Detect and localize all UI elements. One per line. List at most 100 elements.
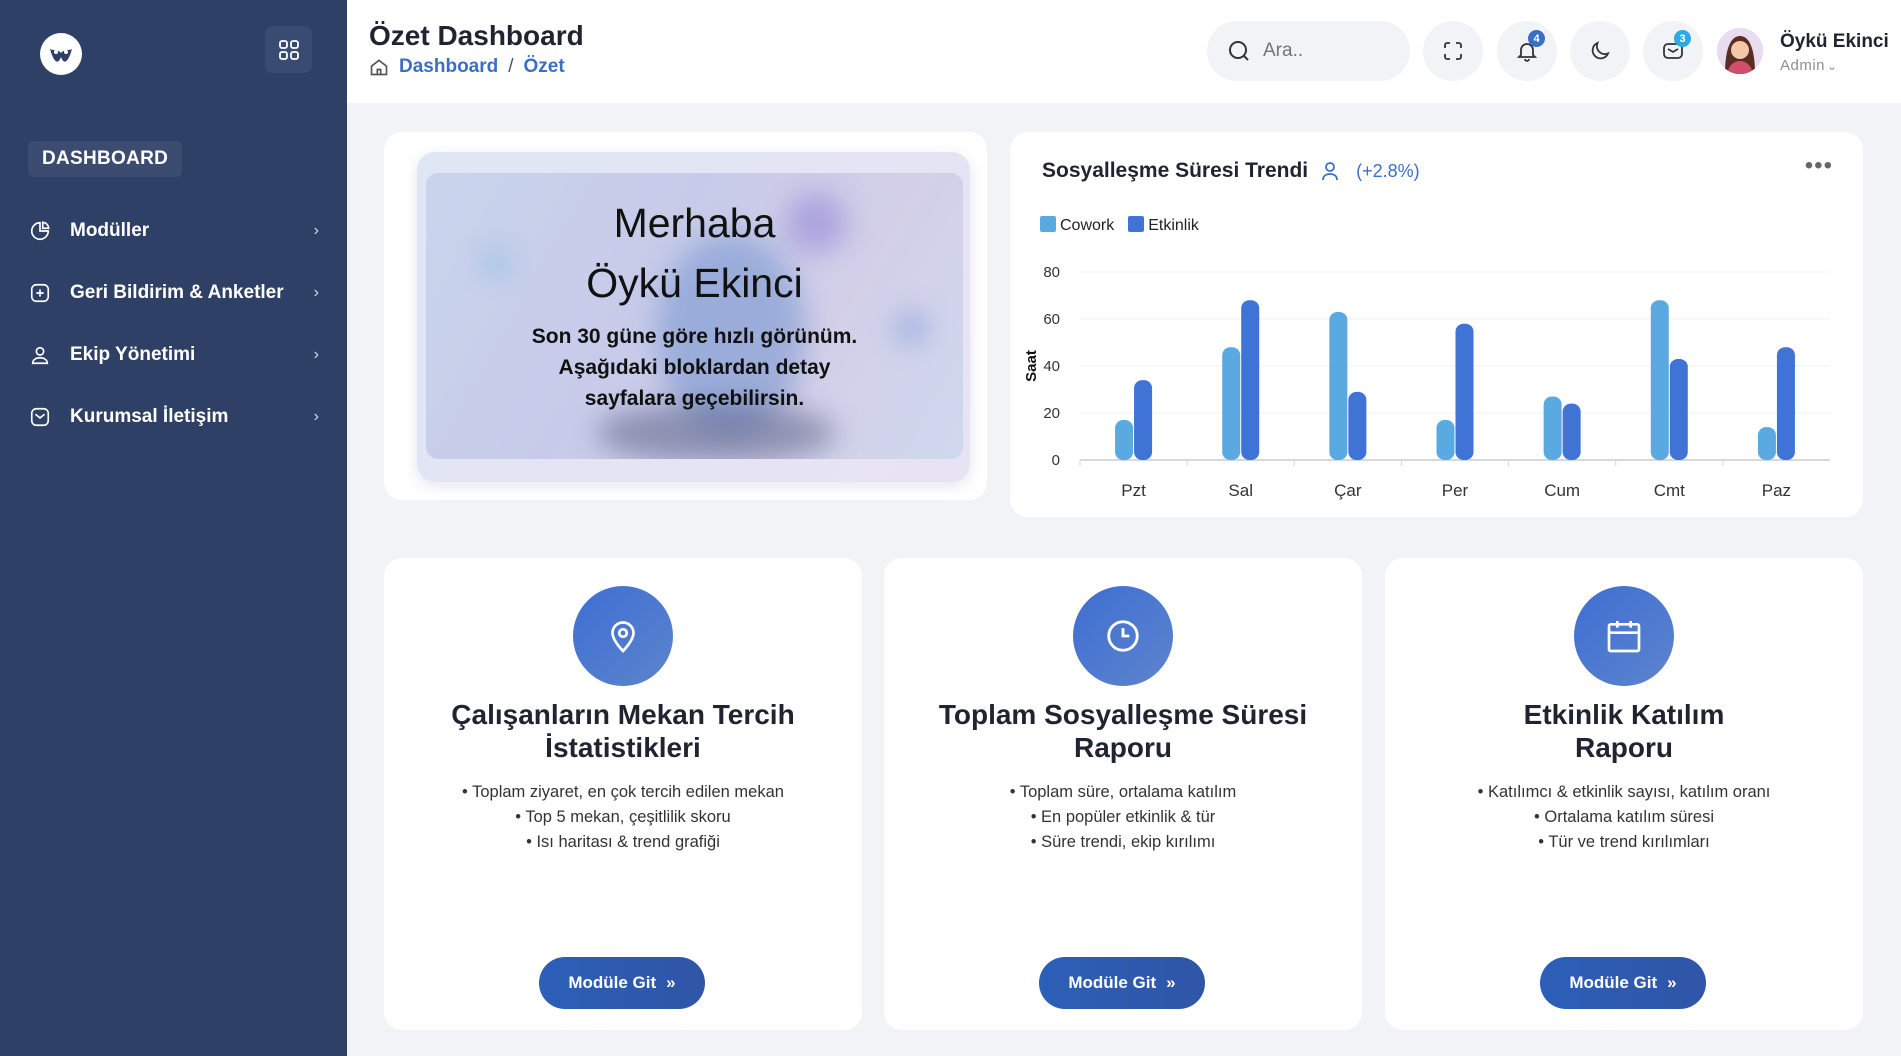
bar-etkinlik-pzt (1134, 380, 1153, 460)
bar-cowork-cum (1543, 396, 1562, 460)
fullscreen-icon (1444, 42, 1462, 60)
y-tick-label: 80 (1043, 264, 1060, 281)
bar-cowork-paz (1757, 427, 1776, 460)
y-tick-label: 20 (1043, 405, 1060, 422)
chevron-right-icon: › (313, 408, 319, 425)
mail-icon (28, 405, 52, 429)
user-name[interactable]: Öykü Ekinci (1780, 31, 1889, 53)
welcome-subtitle: Son 30 güne göre hızlı görünüm. Aşağıdak… (531, 325, 858, 410)
chevron-right-icon: › (313, 346, 319, 363)
trend-change: (+2.8%) (1356, 160, 1420, 181)
apps-grid-button[interactable] (265, 26, 312, 73)
sidebar-item-label: Geri Bildirim & Anketler (70, 282, 284, 303)
breadcrumb: Dashboard / Özet (369, 56, 565, 78)
search-box[interactable] (1207, 21, 1410, 81)
chart-title: Sosyalleşme Süresi Trendi (+2.8%) (1042, 159, 1420, 183)
sidebar-item-label: Kurumsal İletişim (70, 406, 229, 427)
x-tick-label: Cmt (1654, 481, 1685, 500)
legend-item-cowork[interactable]: Cowork (1040, 216, 1114, 235)
go-to-module-button[interactable]: Modüle Git » (1039, 957, 1205, 1009)
bar-cowork-pzt (1115, 420, 1134, 460)
sidebar-item-geri-bildirim[interactable]: Geri Bildirim & Anketler › (0, 262, 347, 324)
user-role[interactable]: Admin ⌄ (1780, 57, 1838, 74)
double-chevron-right-icon: » (666, 973, 676, 992)
bar-cowork-cmt (1650, 300, 1669, 460)
chevron-right-icon: › (313, 284, 319, 301)
bar-etkinlik-paz (1776, 347, 1795, 460)
bar-etkinlik-cmt (1669, 358, 1688, 460)
module-card-etkinlik: Etkinlik Katılım Raporu • Katılımcı & et… (1385, 558, 1863, 1030)
welcome-text: Merhaba Öykü Ekinci Son 30 güne göre hız… (426, 193, 963, 414)
bar-etkinlik-cum (1562, 403, 1581, 460)
breadcrumb-separator: / (508, 56, 514, 77)
sidebar: DASHBOARD Modüller › Geri Bildirim & Ank… (0, 0, 347, 1056)
messages-badge: 3 (1674, 30, 1691, 47)
go-to-module-button[interactable]: Modüle Git » (539, 957, 705, 1009)
messages-button[interactable]: 3 (1643, 21, 1703, 81)
user-icon (1322, 162, 1339, 181)
go-to-module-button[interactable]: Modüle Git » (1540, 957, 1706, 1009)
y-tick-label: 0 (1052, 452, 1060, 469)
clock-icon (1073, 586, 1173, 686)
bar-chart: 0 20 40 60 80 Saat Pzt Sal Çar Per Cum Cmt Paz (1023, 264, 1830, 500)
notifications-button[interactable]: 4 (1497, 21, 1557, 81)
chart-title-text: Sosyalleşme Süresi Trendi (1042, 159, 1309, 182)
breadcrumb-dashboard[interactable]: Dashboard (399, 56, 498, 78)
bar-cowork-per (1436, 420, 1455, 460)
sidebar-item-label: Ekip Yönetimi (70, 344, 196, 365)
legend-label: Etkinlik (1148, 217, 1199, 234)
fullscreen-button[interactable] (1423, 21, 1483, 81)
breadcrumb-ozet[interactable]: Özet (524, 56, 565, 78)
bar-etkinlik-sal (1241, 300, 1260, 460)
grid-icon (278, 39, 299, 60)
x-tick-label: Paz (1762, 481, 1791, 500)
module-title: Toplam Sosyalleşme Süresi Raporu (938, 699, 1308, 763)
sidebar-nav: Modüller › Geri Bildirim & Anketler › Ek… (0, 200, 347, 448)
legend-item-etkinlik[interactable]: Etkinlik (1128, 216, 1199, 235)
search-input[interactable] (1263, 40, 1393, 62)
pie-chart-icon (28, 219, 52, 243)
module-card-mekan: Çalışanların Mekan Tercih İstatistikleri… (384, 558, 862, 1030)
app-logo[interactable] (40, 33, 82, 75)
welcome-illustration: Merhaba Öykü Ekinci Son 30 güne göre hız… (426, 173, 963, 459)
sidebar-item-moduller[interactable]: Modüller › (0, 200, 347, 262)
page-title: Özet Dashboard (369, 20, 584, 51)
double-chevron-right-icon: » (1166, 973, 1176, 992)
module-bullet: • Tür ve trend kırılımları (1538, 833, 1710, 851)
dark-mode-toggle[interactable] (1570, 21, 1630, 81)
sidebar-item-ekip-yonetimi[interactable]: Ekip Yönetimi › (0, 324, 347, 386)
home-icon (370, 59, 388, 76)
legend-label: Cowork (1060, 217, 1115, 234)
button-label: Modüle Git (568, 973, 657, 992)
bar-cowork-sal (1222, 347, 1241, 460)
avatar[interactable] (1717, 28, 1763, 74)
sidebar-item-kurumsal-iletisim[interactable]: Kurumsal İletişim › (0, 386, 347, 448)
chart-legend: Cowork Etkinlik (1040, 216, 1199, 235)
plus-square-icon (28, 281, 52, 305)
y-tick-label: 60 (1043, 311, 1060, 328)
greeting-line-2: Öykü Ekinci (586, 260, 803, 306)
button-label: Modüle Git (1068, 973, 1157, 992)
module-title: Çalışanların Mekan Tercih İstatistikleri (451, 699, 795, 763)
welcome-card: Merhaba Öykü Ekinci Son 30 güne göre hız… (384, 132, 987, 500)
module-bullet: • Katılımcı & etkinlik sayısı, katılım o… (1477, 783, 1771, 801)
button-label: Modüle Git (1569, 973, 1658, 992)
module-bullet: • Ortalama katılım süresi (1534, 808, 1714, 826)
module-bullets: • Toplam ziyaret, en çok tercih edilen m… (404, 780, 842, 855)
module-bullet: • En popüler etkinlik & tür (1030, 808, 1216, 826)
user-role-label: Admin (1780, 57, 1826, 74)
greeting-line-1: Merhaba (613, 200, 776, 246)
module-bullet: • Isı haritası & trend grafiği (526, 833, 720, 851)
legend-swatch (1128, 216, 1145, 232)
section-label-dashboard: DASHBOARD (28, 141, 183, 177)
notification-badge: 4 (1528, 30, 1545, 47)
moon-icon (1591, 41, 1610, 60)
y-axis-label: Saat (1023, 350, 1040, 382)
x-tick-label: Per (1442, 481, 1469, 500)
more-options-button[interactable]: ••• (1805, 152, 1833, 180)
bar-etkinlik-per (1455, 323, 1474, 460)
bar-etkinlik-çar (1348, 391, 1367, 460)
module-card-sosyallesme: Toplam Sosyalleşme Süresi Raporu • Topla… (884, 558, 1362, 1030)
legend-swatch (1040, 216, 1056, 232)
x-tick-label: Sal (1228, 481, 1253, 500)
